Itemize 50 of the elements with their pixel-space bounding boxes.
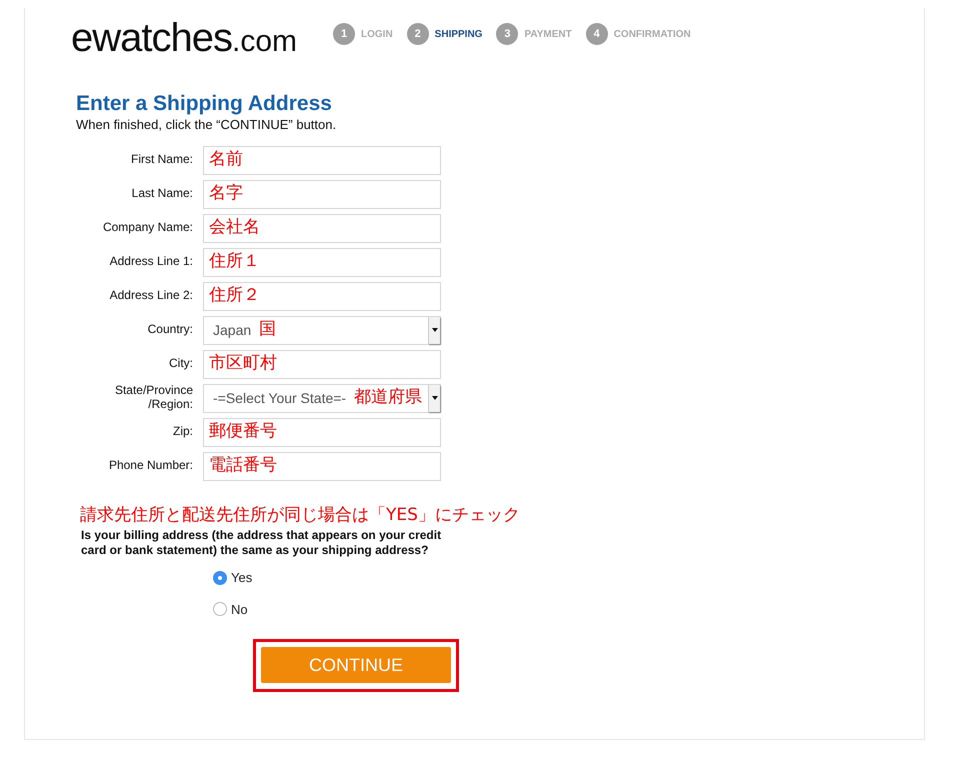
input-field[interactable]: 郵便番号 (203, 418, 441, 447)
input-field[interactable]: 会社名 (203, 214, 441, 243)
field-label: Company Name: (102, 221, 194, 235)
field-label: City: (168, 357, 194, 371)
annotation-text: 住所２ (209, 284, 260, 308)
caret-icon (428, 384, 440, 412)
continue-button[interactable]: CONTINUE (261, 647, 451, 684)
annotation-text: 会社名 (209, 216, 260, 240)
step-number: 1 (333, 23, 355, 45)
caret-icon (428, 316, 440, 344)
step-number: 4 (586, 23, 608, 45)
field-label: First Name: (130, 153, 194, 167)
step-label: SHIPPING (434, 28, 482, 42)
dropdown-field[interactable]: -=Select Your State=- 都道府県 (203, 384, 441, 413)
input-field[interactable]: 電話番号 (203, 452, 441, 481)
step-number: 3 (496, 23, 518, 45)
annotation-text: 市区町村 (209, 352, 277, 376)
step-label: LOGIN (361, 28, 393, 42)
field-label: Country: (146, 323, 194, 337)
annotation-text: 電話番号 (209, 454, 277, 478)
field-label: Address Line 1: (108, 255, 194, 269)
page-heading: Enter a Shipping Address (76, 92, 333, 116)
step-label: PAYMENT (524, 28, 572, 42)
step-number: 2 (406, 23, 429, 45)
field-label: Last Name: (130, 187, 194, 201)
annotation-text: 都道府県 (354, 386, 422, 410)
input-field[interactable]: 住所２ (203, 282, 441, 311)
field-label: Zip: (172, 425, 194, 439)
radio-label[interactable]: No (231, 600, 248, 620)
annotation-text: 請求先住所と配送先住所が同じ場合は「YES」にチェック (80, 504, 521, 527)
input-field[interactable]: 名前 (203, 146, 441, 175)
step-label: CONFIRMATION (614, 28, 691, 42)
instruction-text: When finished, click the “CONTINUE” button. (76, 116, 338, 134)
dropdown-field[interactable]: Japan 国 (203, 316, 441, 345)
input-field[interactable]: 市区町村 (203, 350, 441, 379)
annotation-text: 名字 (209, 182, 243, 206)
annotation-text: 国 (259, 318, 276, 342)
annotation-text: 名前 (209, 148, 243, 172)
radio-button[interactable] (213, 570, 227, 585)
field-label: State/Province /Region: (114, 384, 194, 412)
radio-button[interactable] (213, 602, 227, 616)
input-field[interactable]: 住所１ (203, 248, 441, 277)
annotation-text: 住所１ (209, 250, 260, 274)
input-field[interactable]: 名字 (203, 180, 441, 209)
annotation-text: 郵便番号 (209, 420, 277, 444)
field-label: Address Line 2: (108, 289, 194, 303)
site-logo[interactable]: ewatches.com (71, 18, 297, 58)
field-label: Phone Number: (108, 459, 194, 473)
billing-question: Is your billing address (the address that appears on your credit card or bank statement) the same as your shipping address? (81, 528, 442, 558)
radio-label[interactable]: Yes (231, 568, 252, 588)
